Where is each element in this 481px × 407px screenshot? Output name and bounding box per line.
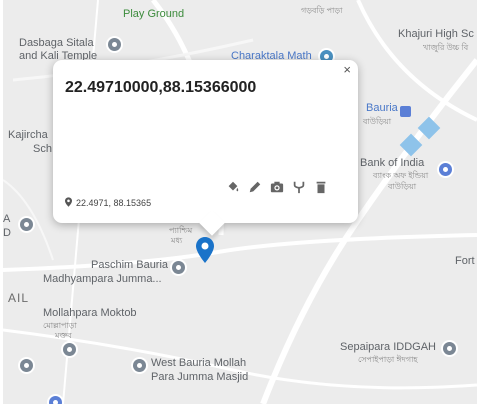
- idgah-poi-icon[interactable]: [443, 342, 456, 355]
- popup-coordinates-title: 22.49710000,88.15366000: [65, 79, 257, 96]
- map-label-bauria: Bauria: [366, 102, 398, 114]
- station-icon[interactable]: [400, 106, 411, 117]
- popup-coordinates-row: 22.4971, 88.15365: [65, 197, 151, 209]
- poi-bottom-left-icon[interactable]: [20, 359, 33, 372]
- map-label-edge-a: A: [3, 213, 11, 225]
- paint-bucket-icon[interactable]: [226, 180, 240, 194]
- poi-left-icon[interactable]: [20, 218, 33, 231]
- map-label-near-bn-2: মধ্য: [171, 236, 183, 245]
- map-marker-icon[interactable]: [196, 237, 214, 268]
- poi-bottom-icon[interactable]: [49, 396, 62, 404]
- location-popup: × 22.49710000,88.15366000 22.4971, 88.15…: [53, 60, 358, 223]
- map-label-mollahpara-bn-1: মোল্লাপাড়া: [43, 321, 77, 330]
- map-label-sepaipara: Sepaipara IDDGAH: [340, 341, 436, 353]
- map-label-paschim-1: Paschim Bauria: [91, 259, 169, 271]
- popup-coordinates-short: 22.4971, 88.15365: [76, 198, 152, 208]
- fork-icon[interactable]: [292, 180, 306, 194]
- mollahpara-poi-icon[interactable]: [63, 343, 76, 356]
- map-label-mollahpara-bn-2: মক্তব: [55, 331, 72, 340]
- camera-icon[interactable]: [270, 180, 284, 194]
- map-label-west-2: Para Jumma Masjid: [151, 371, 249, 383]
- map-label-kajircha-1: Kajircha: [8, 129, 48, 141]
- map-label-mollahpara: Mollahpara Moktob: [43, 307, 137, 319]
- map-label-play-ground: Play Ground: [123, 8, 185, 20]
- bank-poi-icon[interactable]: [439, 163, 452, 176]
- popup-toolbar: [226, 180, 328, 194]
- location-pin-icon: [65, 197, 72, 209]
- map-label-paschim-2: Madhyampara Jumma...: [43, 273, 162, 285]
- map-label-dasbaga-1: Dasbaga Sitala: [19, 37, 94, 49]
- close-icon[interactable]: ×: [343, 62, 351, 77]
- map-label-west-1: West Bauria Mollah: [151, 357, 247, 369]
- west-bauria-poi-icon[interactable]: [133, 359, 146, 372]
- map-label-fort: Fort: [455, 255, 475, 267]
- map-label-bauria-bn: বাউড়িয়া: [363, 117, 392, 126]
- map-label-khajuri: Khajuri High Sc: [398, 28, 474, 40]
- map-label-kajircha-2: Sch: [33, 143, 52, 155]
- map-label-ail: AIL: [8, 291, 30, 305]
- map-label-bank-bn-2: বাউড়িয়া: [388, 182, 417, 191]
- map-label-bank-bn-1: ব্যাংক অফ ইন্ডিয়া: [373, 171, 429, 180]
- mosque-poi-icon[interactable]: [172, 261, 185, 274]
- map-label-near-bn-1: প্যাশ্চিম: [169, 226, 193, 235]
- map-label-edge-d: D: [3, 227, 11, 239]
- trash-icon[interactable]: [314, 180, 328, 194]
- map-label-sepaipara-bn: সেপাইপাড়া ঈদগাহ: [358, 355, 418, 364]
- map-label-bengali-top: গড়বড়ি পাড়া: [301, 6, 343, 15]
- temple-poi-icon[interactable]: [108, 38, 121, 51]
- map-label-bank: Bank of India: [360, 157, 425, 169]
- pencil-icon[interactable]: [248, 180, 262, 194]
- map-label-khajuri-bn: খাজুরি উচ্চ বি: [423, 43, 469, 52]
